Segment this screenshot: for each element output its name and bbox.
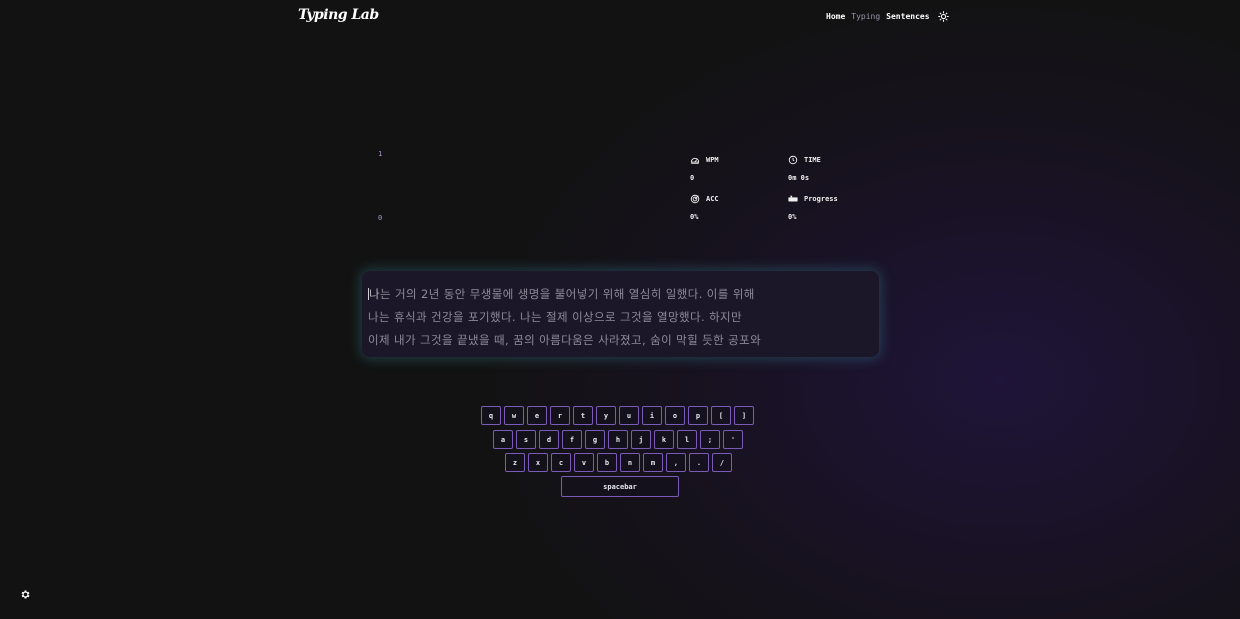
keyboard-row-1: q w e r t y u i o p[] [481, 406, 754, 425]
nav-sentences[interactable]: Sentences [886, 12, 929, 21]
current-char: 나 [369, 287, 380, 301]
key-row3-9[interactable]: / [712, 453, 732, 472]
key-row3-2[interactable]: c [551, 453, 571, 472]
key-row1-3[interactable]: r [550, 406, 570, 425]
nav-typing[interactable]: Typing [851, 12, 880, 21]
key-row1-5[interactable]: y [596, 406, 616, 425]
key-row1-4[interactable]: t [573, 406, 593, 425]
stats-panel: WPM 0 TIME 0m 0s ACC 0% Progress 0% [690, 155, 890, 225]
key-row1-2[interactable]: e [527, 406, 547, 425]
speedometer-icon [690, 157, 700, 164]
key-row3-7[interactable]: , [666, 453, 686, 472]
sun-icon[interactable] [938, 10, 950, 22]
stat-time-label: TIME [804, 156, 821, 164]
key-row2-4[interactable]: g [585, 430, 605, 449]
stat-progress: Progress 0% [788, 194, 878, 221]
key-row3-4[interactable]: b [597, 453, 617, 472]
key-row1-11[interactable]: ] [734, 406, 754, 425]
sentence-line-1: 나는 거의 2년 동안 무생물에 생명을 불어넣기 위해 열심히 일했다. 이를… [368, 283, 873, 306]
stat-progress-label: Progress [804, 195, 838, 203]
key-row2-6[interactable]: j [631, 430, 651, 449]
keyboard-row-3: z x c v b n m,. / [505, 453, 732, 472]
stat-progress-value: 0% [788, 213, 797, 221]
nav-home[interactable]: Home [826, 12, 845, 21]
y-tick-top: 1 [378, 150, 383, 158]
key-row2-3[interactable]: f [562, 430, 582, 449]
stat-time-value: 0m 0s [788, 174, 810, 182]
key-spacebar[interactable]: spacebar [561, 476, 679, 497]
sentence-line-3: 이제 내가 그것을 끝냈을 때, 꿈의 아름다움은 사라졌고, 숨이 막힐 듯한… [368, 333, 762, 347]
key-row2-10[interactable]: ' [723, 430, 743, 449]
stat-wpm: WPM 0 [690, 155, 780, 182]
key-row1-8[interactable]: o [665, 406, 685, 425]
clock-icon [788, 155, 798, 165]
sentence-line-2: 나는 휴식과 건강을 포기했다. 나는 절제 이상으로 그것을 열망했다. 하지… [368, 310, 743, 324]
typing-text-box[interactable]: 나는 거의 2년 동안 무생물에 생명을 불어넣기 위해 열심히 일했다. 이를… [362, 271, 879, 357]
key-row3-3[interactable]: v [574, 453, 594, 472]
key-row3-6[interactable]: m [643, 453, 663, 472]
y-tick-bottom: 0 [378, 214, 383, 222]
key-row3-8[interactable]: . [689, 453, 709, 472]
key-row2-8[interactable]: l [677, 430, 697, 449]
keyboard-icon [788, 195, 798, 202]
stat-acc-label: ACC [706, 195, 719, 203]
key-row3-1[interactable]: x [528, 453, 548, 472]
key-row1-1[interactable]: w [504, 406, 524, 425]
key-row1-10[interactable]: [ [711, 406, 731, 425]
stat-acc: ACC 0% [690, 194, 780, 221]
key-row2-2[interactable]: d [539, 430, 559, 449]
key-row1-9[interactable]: p [688, 406, 708, 425]
stat-acc-value: 0% [690, 213, 699, 221]
key-row2-5[interactable]: h [608, 430, 628, 449]
sentence-line-1-rest: 는 거의 2년 동안 무생물에 생명을 불어넣기 위해 열심히 일했다. 이를 … [379, 287, 755, 301]
key-row2-9[interactable]: ; [700, 430, 720, 449]
stat-wpm-label: WPM [706, 156, 719, 164]
key-row1-7[interactable]: i [642, 406, 662, 425]
key-row1-0[interactable]: q [481, 406, 501, 425]
key-row2-1[interactable]: s [516, 430, 536, 449]
wpm-chart: 1 0 [372, 148, 672, 228]
key-row3-0[interactable]: z [505, 453, 525, 472]
main-nav: Home Typing Sentences [826, 10, 950, 22]
keyboard-row-2: a s d f g h j k l; ' [493, 430, 743, 449]
gear-icon[interactable] [20, 585, 32, 599]
app-logo[interactable]: Typing Lab [298, 7, 379, 23]
key-row1-6[interactable]: u [619, 406, 639, 425]
key-row2-7[interactable]: k [654, 430, 674, 449]
key-row2-0[interactable]: a [493, 430, 513, 449]
key-row3-5[interactable]: n [620, 453, 640, 472]
stat-time: TIME 0m 0s [788, 155, 878, 182]
stat-wpm-value: 0 [690, 174, 695, 182]
target-icon [690, 194, 700, 204]
